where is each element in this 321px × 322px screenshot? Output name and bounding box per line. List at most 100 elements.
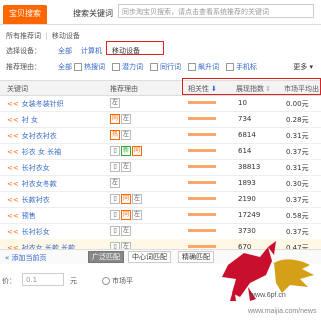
keyword-cell[interactable]: << 女衬衣衬衣	[7, 131, 57, 141]
reason-peer[interactable]: 同行词	[150, 62, 181, 72]
add-page-link[interactable]: « 添加当前页	[5, 253, 47, 263]
keyword-cell[interactable]: << 预售	[7, 211, 36, 221]
mobile-icon: ▯	[110, 194, 120, 204]
table-row[interactable]: << 长款衬衣 ▯ 同左 2190 0.37元	[0, 191, 321, 208]
table-row[interactable]: << 衬衣女冬款 左 1893 0.30元	[0, 175, 321, 192]
mobile-icon: ▯	[110, 210, 120, 220]
center-match-button[interactable]: 中心词匹配	[128, 251, 171, 263]
reason-badge: 左	[132, 210, 142, 220]
add-keyword-icon[interactable]: <<	[7, 180, 19, 188]
reason-badge: 新	[121, 146, 131, 156]
table-row[interactable]: << 女衬衣衬衣 热左 6814 0.31元	[0, 127, 321, 144]
add-keyword-icon[interactable]: <<	[7, 132, 19, 140]
bid-input[interactable]: 0.1	[22, 273, 64, 286]
impressions-cell: 38813	[238, 163, 261, 171]
relevance-bar	[188, 165, 216, 168]
reason-mobile[interactable]: 手机标	[226, 62, 257, 72]
table-row[interactable]: << 女装冬装针织 左 10 0.00元	[0, 95, 321, 112]
mobile-icon: ▯	[110, 146, 120, 156]
keyword-cell[interactable]: << 衫衣 女 长袖	[7, 147, 61, 157]
reason-badge: 同	[110, 114, 120, 124]
bid-unit: 元	[70, 277, 77, 285]
relevance-bar	[188, 101, 216, 104]
mobile-icon: ▯	[110, 162, 120, 172]
broad-match-button[interactable]: 广泛匹配	[88, 251, 124, 263]
watermark-domain: www.6pf.cn	[250, 292, 286, 299]
relevance-bar	[188, 197, 216, 200]
price-cell: 0.31元	[286, 132, 309, 140]
reason-badge: 同	[132, 146, 142, 156]
header-keyword: 关键词	[7, 85, 28, 93]
add-keyword-icon[interactable]: <<	[7, 212, 19, 220]
more-link[interactable]: 更多 ▾	[293, 62, 313, 72]
device-computer[interactable]: 计算机	[81, 46, 102, 56]
add-keyword-icon[interactable]: <<	[7, 228, 19, 236]
reason-all[interactable]: 全部	[58, 62, 72, 72]
add-keyword-icon[interactable]: <<	[7, 196, 19, 204]
device-all[interactable]: 全部	[58, 46, 72, 56]
table-row[interactable]: << 衬 女 同左 734 0.28元	[0, 111, 321, 128]
keyword-cell[interactable]: << 长衬衣女	[7, 163, 50, 173]
price-cell: 0.31元	[286, 164, 309, 172]
price-cell: 0.30元	[286, 180, 309, 188]
keyword-cell[interactable]: << 长衬衫女	[7, 227, 50, 237]
radio-icon[interactable]	[102, 277, 110, 285]
keyword-cell[interactable]: << 衬 女	[7, 115, 38, 125]
reason-badge: 同	[121, 194, 131, 204]
add-keyword-icon[interactable]: <<	[7, 148, 19, 156]
checkbox-icon[interactable]	[226, 63, 234, 71]
impressions-cell: 10	[238, 99, 247, 107]
checkbox-icon[interactable]	[74, 63, 82, 71]
header-reason: 推荐理由	[110, 85, 138, 93]
search-input[interactable]: 同步淘宝贝搜索，请点击查看系统推荐的关键词	[118, 4, 314, 18]
keyword-cell[interactable]: << 长款衬衣	[7, 195, 50, 205]
reason-badge: 左	[132, 194, 142, 204]
reason-badge: 同	[121, 210, 131, 220]
price-cell: 0.00元	[286, 100, 309, 108]
reason-badge: 左	[121, 114, 131, 124]
reason-badge: 左	[121, 162, 131, 172]
add-keyword-icon[interactable]: <<	[7, 164, 19, 172]
tab-keyword-search[interactable]: 搜索关键词	[67, 5, 119, 24]
reason-rising[interactable]: 飙升词	[188, 62, 219, 72]
impressions-cell: 614	[238, 147, 252, 155]
add-keyword-icon[interactable]: <<	[7, 100, 19, 108]
checkbox-icon[interactable]	[112, 63, 120, 71]
sort-highlight-box	[182, 78, 321, 95]
price-cell: 0.37元	[286, 148, 309, 156]
reason-hot-search[interactable]: 热搜词	[74, 62, 105, 72]
impressions-cell: 734	[238, 115, 252, 123]
watermark-url: www.maijia.com/news	[248, 308, 317, 315]
tab-bar: 宝贝搜索 搜索关键词 同步淘宝贝搜索，请点击查看系统推荐的关键词	[0, 0, 321, 25]
device-mobile[interactable]: 移动设备	[112, 46, 140, 56]
device-label: 选择设备：	[6, 47, 41, 55]
impressions-cell: 2190	[238, 195, 256, 203]
table-row[interactable]: << 预售 ▯ 同左 17249 0.58元	[0, 207, 321, 224]
keyword-cell[interactable]: << 女装冬装针织	[7, 99, 64, 109]
market-radio[interactable]: 市场平	[102, 276, 133, 286]
bid-label: 价：	[2, 277, 16, 285]
mobile-icon: ▯	[110, 226, 120, 236]
table-row[interactable]: << 长衬衣女 ▯ 左 38813 0.31元	[0, 159, 321, 176]
breadcrumb-all[interactable]: 所有推荐词	[6, 32, 41, 40]
checkbox-icon[interactable]	[188, 63, 196, 71]
table-row[interactable]: << 衫衣 女 长袖 ▯ 新同 614 0.37元	[0, 143, 321, 160]
reason-label: 推荐理由：	[6, 63, 41, 71]
checkbox-icon[interactable]	[150, 63, 158, 71]
price-cell: 0.28元	[286, 116, 309, 124]
relevance-bar	[188, 181, 216, 184]
breadcrumb: 所有推荐词 | 移动设备	[6, 31, 80, 41]
breadcrumb-current: 移动设备	[51, 32, 80, 40]
price-cell: 0.58元	[286, 212, 309, 220]
add-keyword-icon[interactable]: <<	[7, 116, 19, 124]
relevance-bar	[188, 229, 216, 232]
impressions-cell: 3730	[238, 227, 256, 235]
keyword-cell[interactable]: << 衬衣女冬款	[7, 179, 57, 189]
reason-potential[interactable]: 潜力词	[112, 62, 143, 72]
reason-badge: 左	[121, 130, 131, 140]
relevance-bar	[188, 117, 216, 120]
exact-match-button[interactable]: 精确匹配	[178, 251, 214, 263]
tab-baby-search[interactable]: 宝贝搜索	[3, 5, 47, 24]
reason-badge: 热	[110, 130, 120, 140]
chevron-down-icon: ▾	[309, 63, 313, 71]
